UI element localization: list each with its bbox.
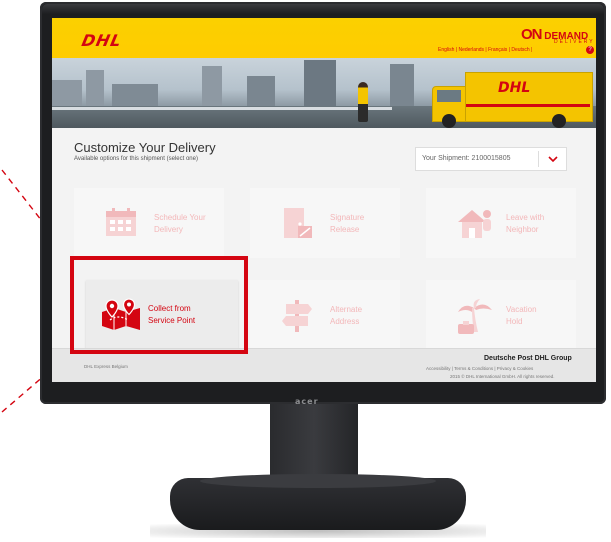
footer-brand: Deutsche Post DHL Group — [484, 355, 572, 362]
monitor-gloss — [42, 4, 604, 14]
divider — [538, 151, 539, 167]
dhl-logo[interactable]: DHL — [80, 31, 124, 50]
option-vacation-hold[interactable]: Vacation Hold — [426, 280, 576, 350]
page-title: Customize Your Delivery — [74, 140, 216, 155]
signpost-icon — [282, 300, 312, 332]
truck-dhl-logo: DHL — [498, 80, 531, 96]
ondemand-on: ON — [521, 26, 542, 43]
truck-stripe — [466, 104, 590, 107]
footer-copyright: 2015 © DHL International GmbH. All right… — [450, 374, 555, 379]
chevron-down-icon[interactable] — [547, 154, 559, 164]
option-label: Schedule Your Delivery — [154, 213, 206, 234]
highlight-frame — [70, 256, 248, 354]
shipment-selector[interactable]: Your Shipment: 2100015805 — [415, 147, 567, 171]
monitor-brand: acer — [295, 397, 319, 406]
option-label: Signature Release — [330, 213, 365, 234]
option-label: Vacation Hold — [506, 305, 537, 326]
building — [247, 76, 275, 106]
building — [112, 84, 158, 106]
monitor-base-top — [200, 474, 436, 488]
door-signature-icon — [284, 208, 312, 238]
option-label: Alternate Address — [330, 305, 363, 326]
palm-tree-icon — [458, 299, 492, 334]
language-links[interactable]: English | Nederlands | Français | Deutsc… — [438, 47, 532, 53]
courier-figure — [358, 82, 368, 122]
building — [86, 70, 104, 106]
help-icon[interactable]: ? — [586, 46, 594, 54]
footer-links[interactable]: Accessibility | Terms & Conditions | Pri… — [426, 366, 533, 371]
truck-wheel — [552, 114, 566, 128]
hero-banner: DHL — [52, 58, 596, 128]
calendar-icon — [106, 208, 136, 236]
shipment-label: Your Shipment: 2100015805 — [422, 155, 511, 162]
footer-region: DHL Express Belgium — [84, 364, 128, 369]
building — [202, 66, 222, 106]
option-alternate-address[interactable]: Alternate Address — [250, 280, 400, 350]
site-header: DHL ON DEMAND DELIVERY English | Nederla… — [52, 18, 596, 58]
neighbor-house-icon — [458, 210, 491, 238]
truck-wheel — [442, 114, 456, 128]
page-subtitle: Available options for this shipment (sel… — [74, 156, 198, 162]
option-schedule-delivery[interactable]: Schedule Your Delivery — [74, 188, 224, 258]
railing — [52, 107, 392, 110]
truck-window — [437, 90, 461, 102]
building — [390, 64, 414, 106]
ondemand-sub: DELIVERY — [554, 39, 595, 45]
option-leave-with-neighbor[interactable]: Leave with Neighbor — [426, 188, 576, 258]
building — [304, 60, 336, 106]
option-label: Leave with Neighbor — [506, 213, 545, 234]
option-signature-release[interactable]: Signature Release — [250, 188, 400, 258]
building — [52, 80, 82, 106]
